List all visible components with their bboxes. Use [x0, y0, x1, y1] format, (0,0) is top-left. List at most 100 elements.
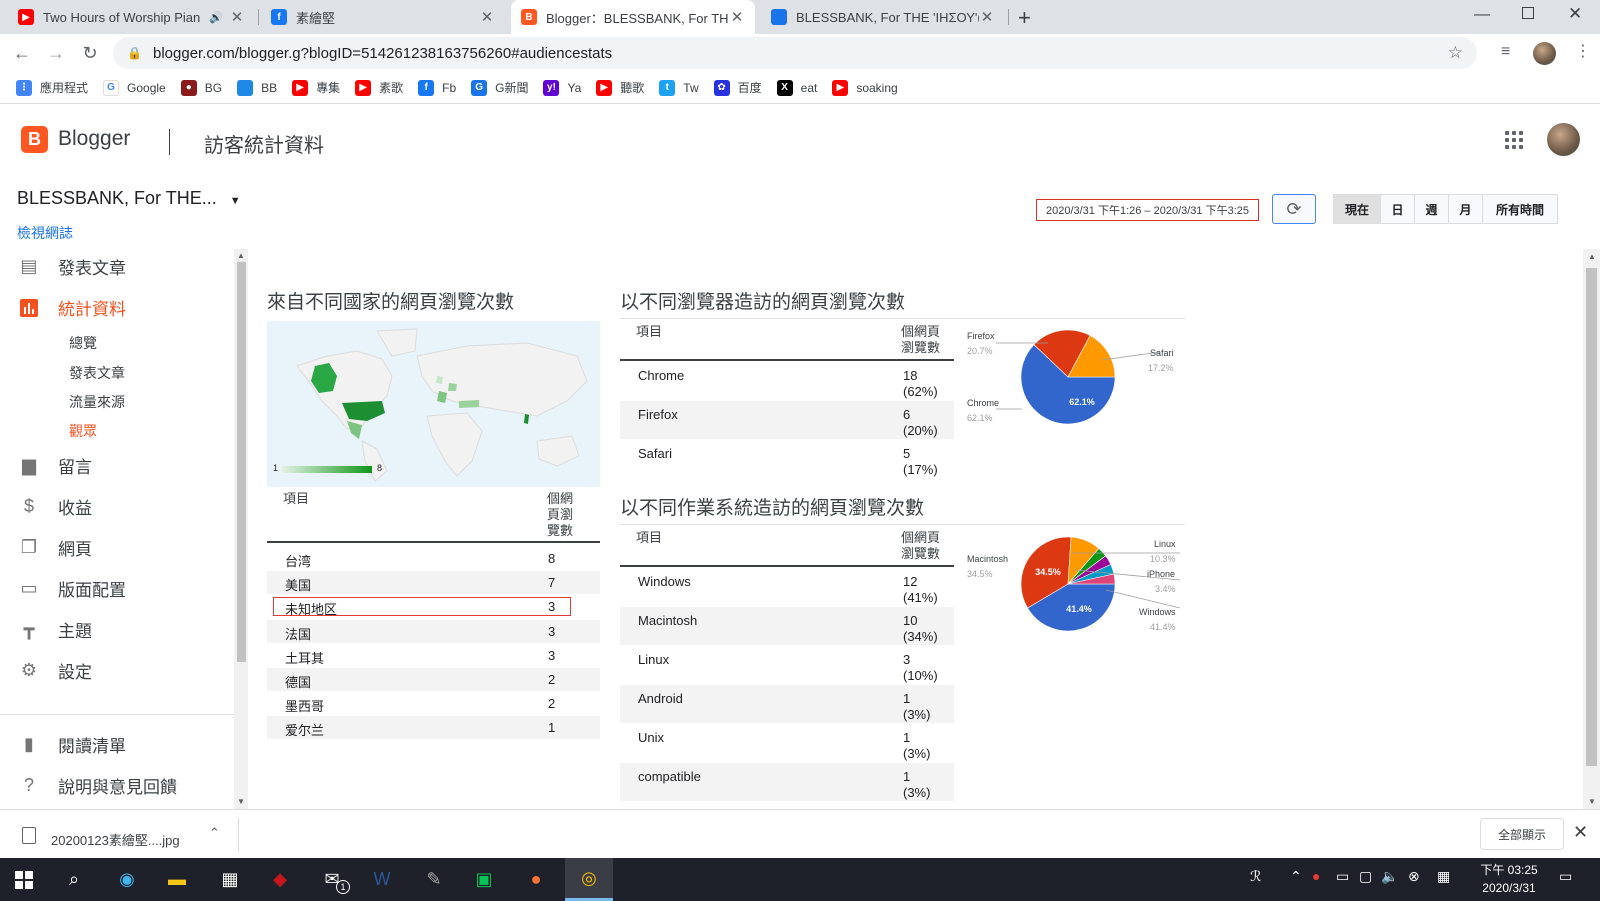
blogger-logo-icon[interactable]: B [21, 126, 48, 153]
table-row[interactable]: Windows 12 (41%) [620, 568, 954, 606]
media-control-icon[interactable]: ≡ [1501, 43, 1510, 61]
blog-selector[interactable]: BLESSBANK, For THE... ▼ [17, 188, 241, 209]
close-tab-icon[interactable]: ✕ [479, 8, 495, 26]
sidebar-item-pages[interactable]: ❐ 網頁 [17, 535, 92, 560]
sidebar-sub-overview[interactable]: 總覽 [69, 333, 97, 353]
table-row[interactable]: 法国 3 [267, 619, 600, 643]
edge-icon[interactable]: ◉ [103, 858, 151, 901]
sidebar-sub-traffic[interactable]: 流量來源 [69, 392, 125, 412]
mcafee-icon[interactable]: ◆ [256, 858, 304, 901]
close-tab-icon[interactable]: ✕ [979, 8, 995, 26]
mail-icon[interactable]: ✉ 1 [308, 858, 356, 901]
table-row[interactable]: 德国 2 [267, 668, 600, 691]
table-row[interactable]: 美国 7 [267, 571, 600, 595]
profile-avatar[interactable] [1533, 42, 1556, 65]
new-tab-button[interactable]: + [1018, 5, 1031, 31]
bookmark-bb[interactable]: BB [237, 79, 277, 96]
back-button[interactable]: ← [7, 38, 37, 68]
bookmark-google[interactable]: G Google [103, 79, 166, 96]
sidebar-item-layout[interactable]: ▭ 版面配置 [17, 576, 126, 601]
speaker-icon[interactable]: 🔊 [209, 11, 223, 24]
view-blog-link[interactable]: 檢視網誌 [17, 223, 73, 243]
sidebar-item-settings[interactable]: ⚙ 設定 [17, 658, 92, 683]
scroll-up-arrow-icon[interactable]: ▲ [1588, 252, 1596, 261]
google-apps-icon[interactable] [1505, 131, 1523, 149]
tab-youtube-worship[interactable]: ▶ Two Hours of Worship Pian 🔊 ✕ [8, 0, 255, 34]
date-range-display[interactable]: 2020/3/31 下午1:26 – 2020/3/31 下午3:25 [1036, 199, 1259, 221]
bookmark-soaking[interactable]: ▶ soaking [832, 79, 898, 96]
notification-off-icon[interactable]: ⊗ [1408, 868, 1420, 885]
minimize-button[interactable]: — [1474, 6, 1490, 24]
file-explorer-icon[interactable]: ▬ [153, 858, 201, 901]
input-method-icon[interactable]: ▦ [1437, 868, 1450, 885]
scroll-down-arrow-icon[interactable]: ▼ [237, 797, 245, 806]
bookmark-eat[interactable]: Xeat [776, 79, 817, 96]
paint-icon[interactable]: ✎ [410, 858, 458, 901]
tray-expand-icon[interactable]: ⌃ [1290, 868, 1302, 885]
account-avatar[interactable] [1547, 123, 1580, 156]
forward-button[interactable]: → [41, 38, 71, 68]
bookmark-fb[interactable]: f Fb [418, 79, 456, 96]
line-icon[interactable]: ▣ [460, 858, 508, 901]
table-row[interactable]: 墨西哥 2 [267, 692, 600, 715]
table-row[interactable]: Firefox 6 (20%) [620, 401, 954, 439]
network-icon[interactable]: ▢ [1359, 868, 1372, 885]
main-scrollbar-thumb[interactable] [1586, 268, 1597, 766]
table-row[interactable]: Unix 1 (3%) [620, 724, 954, 762]
bookmark-gnews[interactable]: G G新聞 [471, 79, 528, 96]
tab-facebook[interactable]: f 素繪堅 ✕ [261, 0, 505, 34]
scroll-down-arrow-icon[interactable]: ▼ [1588, 797, 1596, 806]
firefox-icon[interactable]: ● [512, 858, 560, 901]
windows-start-icon[interactable] [0, 858, 48, 901]
sidebar-sub-audience[interactable]: 觀眾 [69, 421, 97, 441]
table-row[interactable]: compatible 1 (3%) [620, 763, 954, 801]
scroll-up-arrow-icon[interactable]: ▲ [237, 251, 245, 260]
bookmark-suge[interactable]: ▶ 素歌 [355, 79, 403, 96]
tab-blogger-active[interactable]: B Blogger：BLESSBANK, For THE ✕ [511, 0, 755, 34]
table-row[interactable]: 爱尔兰 1 [267, 716, 600, 740]
reload-button[interactable]: ↻ [75, 38, 105, 68]
star-bookmark-icon[interactable]: ☆ [1448, 43, 1463, 63]
bookmark-yahoo[interactable]: y! Ya [543, 79, 581, 96]
bookmark-baidu[interactable]: ✿ 百度 [713, 79, 762, 96]
table-row[interactable]: Safari 5 (17%) [620, 440, 954, 478]
sidebar-item-reading-list[interactable]: ▮ 閱讀清單 [17, 732, 126, 757]
people-icon[interactable]: ℛ [1250, 868, 1261, 885]
refresh-icon[interactable]: ⟳ [1272, 194, 1316, 224]
bookmark-tingge[interactable]: ▶ 聽歌 [596, 79, 644, 96]
table-row[interactable]: Macintosh 10 (34%) [620, 607, 954, 645]
browser-menu-icon[interactable]: ⋮ [1575, 41, 1591, 61]
close-tab-icon[interactable]: ✕ [729, 8, 745, 26]
download-item[interactable]: 20200123素繪堅....jpg [51, 830, 180, 849]
bookmark-zhuanji[interactable]: ▶ 專集 [292, 79, 340, 96]
bookmark-twitter[interactable]: t Tw [659, 79, 699, 96]
word-icon[interactable]: W [358, 858, 406, 901]
range-now-button[interactable]: 現在 [1333, 194, 1381, 224]
chevron-up-icon[interactable]: ⌃ [209, 825, 220, 841]
sidebar-sub-posts[interactable]: 發表文章 [69, 363, 125, 383]
sidebar-scrollbar-thumb[interactable] [237, 262, 246, 662]
restore-button[interactable] [1522, 7, 1534, 19]
volume-icon[interactable]: 🔈 [1381, 868, 1398, 885]
range-week-button[interactable]: 週 [1414, 194, 1449, 224]
world-map[interactable]: 1 8 [267, 321, 600, 487]
table-row[interactable]: Android 1 (3%) [620, 685, 954, 723]
sidebar-item-stats[interactable]: 統計資料 [17, 295, 126, 320]
store-icon[interactable]: ▦ [206, 858, 254, 901]
close-tab-icon[interactable]: ✕ [229, 8, 245, 26]
sidebar-item-theme[interactable]: ┳ 主題 [17, 617, 92, 642]
security-tray-icon[interactable]: ● [1312, 868, 1320, 884]
range-month-button[interactable]: 月 [1448, 194, 1483, 224]
close-icon[interactable]: ✕ [1573, 822, 1588, 843]
close-window-button[interactable]: ✕ [1568, 4, 1582, 24]
address-bar[interactable]: 🔒 blogger.com/blogger.g?blogID=514261238… [113, 37, 1477, 69]
table-row[interactable]: Linux 3 (10%) [620, 646, 954, 684]
tab-blog[interactable]: BLESSBANK, For THE 'ΙΗΣΟΥ'(In ✕ [761, 0, 1005, 34]
sidebar-item-comments[interactable]: ▆ 留言 [17, 453, 92, 478]
range-day-button[interactable]: 日 [1380, 194, 1415, 224]
chrome-icon[interactable]: ◎ [565, 858, 613, 901]
show-all-button[interactable]: 全部顯示 [1480, 818, 1564, 850]
table-row[interactable]: 未知地区 3 [267, 595, 600, 618]
sidebar-item-posts[interactable]: ▤ 發表文章 [17, 254, 126, 279]
table-row[interactable]: 土耳其 3 [267, 644, 600, 667]
